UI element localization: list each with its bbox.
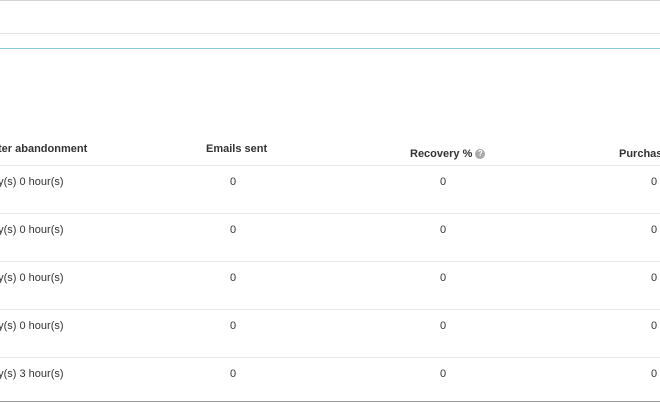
- cell-emails-sent: 0: [230, 272, 237, 284]
- cell-recovery: 0: [440, 320, 447, 332]
- table-row: ay(s) 0 hour(s) 0 0 0: [0, 262, 660, 310]
- table-row: ay(s) 3 hour(s) 0 0 0: [0, 358, 660, 403]
- bottom-divider: [0, 401, 660, 402]
- help-icon[interactable]: ?: [475, 149, 486, 159]
- cell-recovery: 0: [440, 368, 447, 380]
- table-body: ay(s) 0 hour(s) 0 0 0 ay(s) 0 hour(s) 0 …: [0, 166, 660, 403]
- table-row: ay(s) 0 hour(s) 0 0 0: [0, 166, 660, 214]
- accent-divider: [0, 48, 660, 49]
- cell-purchases: 0: [651, 272, 658, 284]
- cell-emails-sent: 0: [230, 368, 237, 380]
- cell-purchases: 0: [651, 224, 658, 236]
- column-header-emails-sent[interactable]: Emails sent: [206, 143, 267, 155]
- cell-purchases: 0: [651, 176, 658, 188]
- column-header-recovery[interactable]: Recovery % ?: [410, 148, 486, 160]
- cell-emails-sent: 0: [230, 176, 237, 188]
- cell-recovery: 0: [440, 272, 447, 284]
- cell-recovery: 0: [440, 176, 447, 188]
- cell-purchases: 0: [651, 368, 658, 380]
- cell-delay: ay(s) 0 hour(s): [0, 176, 64, 188]
- cell-emails-sent: 0: [230, 224, 237, 236]
- table-row: ay(s) 0 hour(s) 0 0 0: [0, 310, 660, 358]
- column-header-purchases[interactable]: Purchase: [619, 148, 660, 160]
- cell-delay: ay(s) 0 hour(s): [0, 320, 64, 332]
- cell-recovery: 0: [440, 224, 447, 236]
- cell-emails-sent: 0: [230, 320, 237, 332]
- table-row: ay(s) 0 hour(s) 0 0 0: [0, 214, 660, 262]
- cell-delay: ay(s) 0 hour(s): [0, 272, 64, 284]
- page-frame: ter abandonment Emails sent Recovery % ?…: [0, 0, 660, 403]
- header-bar: [0, 1, 660, 34]
- cell-delay: ay(s) 3 hour(s): [0, 368, 64, 380]
- column-header-recovery-label: Recovery %: [410, 148, 473, 160]
- cell-purchases: 0: [651, 320, 658, 332]
- cell-delay: ay(s) 0 hour(s): [0, 224, 64, 236]
- column-header-delay[interactable]: ter abandonment: [0, 143, 87, 155]
